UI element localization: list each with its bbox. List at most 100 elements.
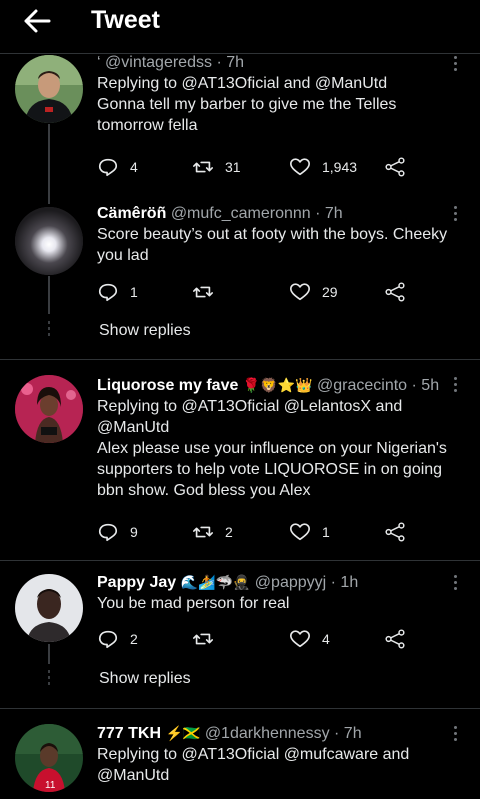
retweet-button[interactable] (192, 280, 214, 304)
reply-button[interactable]: 2 (97, 627, 138, 651)
avatar[interactable] (15, 55, 83, 123)
reply-count: 1 (130, 284, 138, 300)
tweet-text: Score beauty’s out at footy with the boy… (97, 226, 448, 264)
user-handle[interactable]: @gracecinto (317, 377, 407, 394)
user-name[interactable]: 777 TKH (97, 725, 161, 742)
retweet-icon (193, 161, 213, 173)
user-name: ‘ (97, 54, 101, 71)
tweet-header: Liquorose my fave 🌹🦁⭐👑 @gracecinto · 5h (97, 375, 450, 396)
like-count: 29 (322, 284, 338, 300)
like-count: 4 (322, 631, 330, 647)
show-replies-link[interactable]: Show replies (99, 670, 191, 688)
user-name[interactable]: Liquorose my fave (97, 377, 238, 394)
tweet-actions: 1 29 (97, 280, 407, 304)
more-icon[interactable] (454, 575, 458, 593)
thread-dots (47, 321, 51, 339)
reply-count: 9 (130, 524, 138, 540)
replying-to[interactable]: Replying to @AT13Oficial @LelantosX and … (97, 396, 450, 438)
like-button[interactable]: 1 (289, 520, 330, 544)
share-icon (385, 522, 405, 542)
user-handle[interactable]: @vintageredss (105, 54, 212, 71)
more-icon[interactable] (454, 377, 458, 395)
retweet-icon (193, 526, 213, 538)
name-emoji: ⚡🇯🇲 (165, 725, 201, 741)
replying-to[interactable]: Replying to @AT13Oficial and @ManUtd (97, 73, 450, 94)
tweet-time: · 5h (411, 377, 440, 394)
avatar[interactable] (15, 574, 83, 642)
tweet-time: · 7h (334, 725, 362, 742)
avatar[interactable] (15, 375, 83, 443)
like-button[interactable]: 4 (289, 627, 330, 651)
like-icon (290, 523, 310, 541)
top-bar: Tweet (0, 0, 480, 54)
retweet-button[interactable]: 31 (192, 155, 241, 179)
tweet-text: Gonna tell my barber to give me the Tell… (97, 96, 397, 134)
like-count: 1,943 (322, 159, 358, 175)
svg-text:11: 11 (45, 780, 56, 791)
user-name[interactable]: Cämêröñ (97, 205, 166, 222)
user-handle[interactable]: @1darkhennessy (205, 725, 330, 742)
share-icon (385, 157, 405, 177)
share-button[interactable] (384, 520, 406, 544)
thread-dots (47, 670, 51, 688)
like-icon (290, 283, 310, 301)
user-name[interactable]: Pappy Jay (97, 574, 176, 591)
reply-count: 2 (130, 631, 138, 647)
retweet-button[interactable] (192, 627, 214, 651)
user-handle[interactable]: @mufc_cameronnn (171, 205, 311, 222)
tweet-actions: 9 2 1 (97, 520, 407, 544)
reply-icon (98, 630, 118, 649)
more-icon[interactable] (454, 206, 458, 224)
like-button[interactable]: 1,943 (289, 155, 357, 179)
retweet-icon (193, 633, 213, 645)
tweet-time: · 7h (216, 54, 245, 71)
reply-count: 4 (130, 159, 138, 175)
divider (0, 359, 480, 360)
like-icon (290, 630, 310, 648)
share-icon (385, 282, 405, 302)
tweet-time: · 7h (315, 205, 343, 222)
retweet-button[interactable]: 2 (192, 520, 233, 544)
reply-icon (98, 283, 118, 302)
thread-line (48, 124, 50, 204)
thread-line (48, 276, 50, 314)
thread-line (48, 644, 50, 664)
retweet-count: 31 (225, 159, 241, 175)
name-emoji: 🌹🦁⭐👑 (242, 377, 313, 393)
retweet-count: 2 (225, 524, 233, 540)
divider (0, 560, 480, 561)
tweet-actions: 2 4 (97, 627, 407, 651)
name-emoji: 🌊🏄🦈🥷 (180, 574, 251, 590)
tweet-text: Alex please use your influence on your N… (97, 440, 447, 499)
avatar[interactable] (15, 207, 83, 275)
share-button[interactable] (384, 627, 406, 651)
tweet-header: 777 TKH ⚡🇯🇲 @1darkhennessy · 7h (97, 723, 450, 744)
share-icon (385, 629, 405, 649)
divider (0, 708, 480, 709)
show-replies-link[interactable]: Show replies (99, 322, 191, 340)
replying-to[interactable]: Replying to @AT13Oficial @mufcaware and … (97, 744, 450, 786)
tweet-header: Cämêröñ @mufc_cameronnn · 7h (97, 203, 450, 224)
reply-button[interactable]: 4 (97, 155, 138, 179)
user-handle[interactable]: @pappyyj (255, 574, 326, 591)
more-icon[interactable] (454, 56, 458, 74)
reply-button[interactable]: 1 (97, 280, 138, 304)
like-count: 1 (322, 524, 330, 540)
reply-icon (98, 158, 118, 177)
tweet-header: ‘ @vintageredss · 7h (97, 52, 450, 73)
page-title: Tweet (91, 6, 160, 34)
tweet-text: You be mad person for real (97, 595, 290, 612)
tweet-time: · 1h (330, 574, 359, 591)
tweet-actions: 4 31 1,943 (97, 155, 407, 179)
tweet-header: Pappy Jay 🌊🏄🦈🥷 @pappyyj · 1h (97, 572, 450, 593)
more-icon[interactable] (454, 726, 458, 744)
avatar[interactable]: 11 (15, 724, 83, 792)
like-button[interactable]: 29 (289, 280, 338, 304)
back-arrow-icon[interactable] (22, 8, 52, 34)
retweet-icon (193, 286, 213, 298)
reply-button[interactable]: 9 (97, 520, 138, 544)
reply-icon (98, 523, 118, 542)
share-button[interactable] (384, 280, 406, 304)
like-icon (290, 158, 310, 176)
share-button[interactable] (384, 155, 406, 179)
